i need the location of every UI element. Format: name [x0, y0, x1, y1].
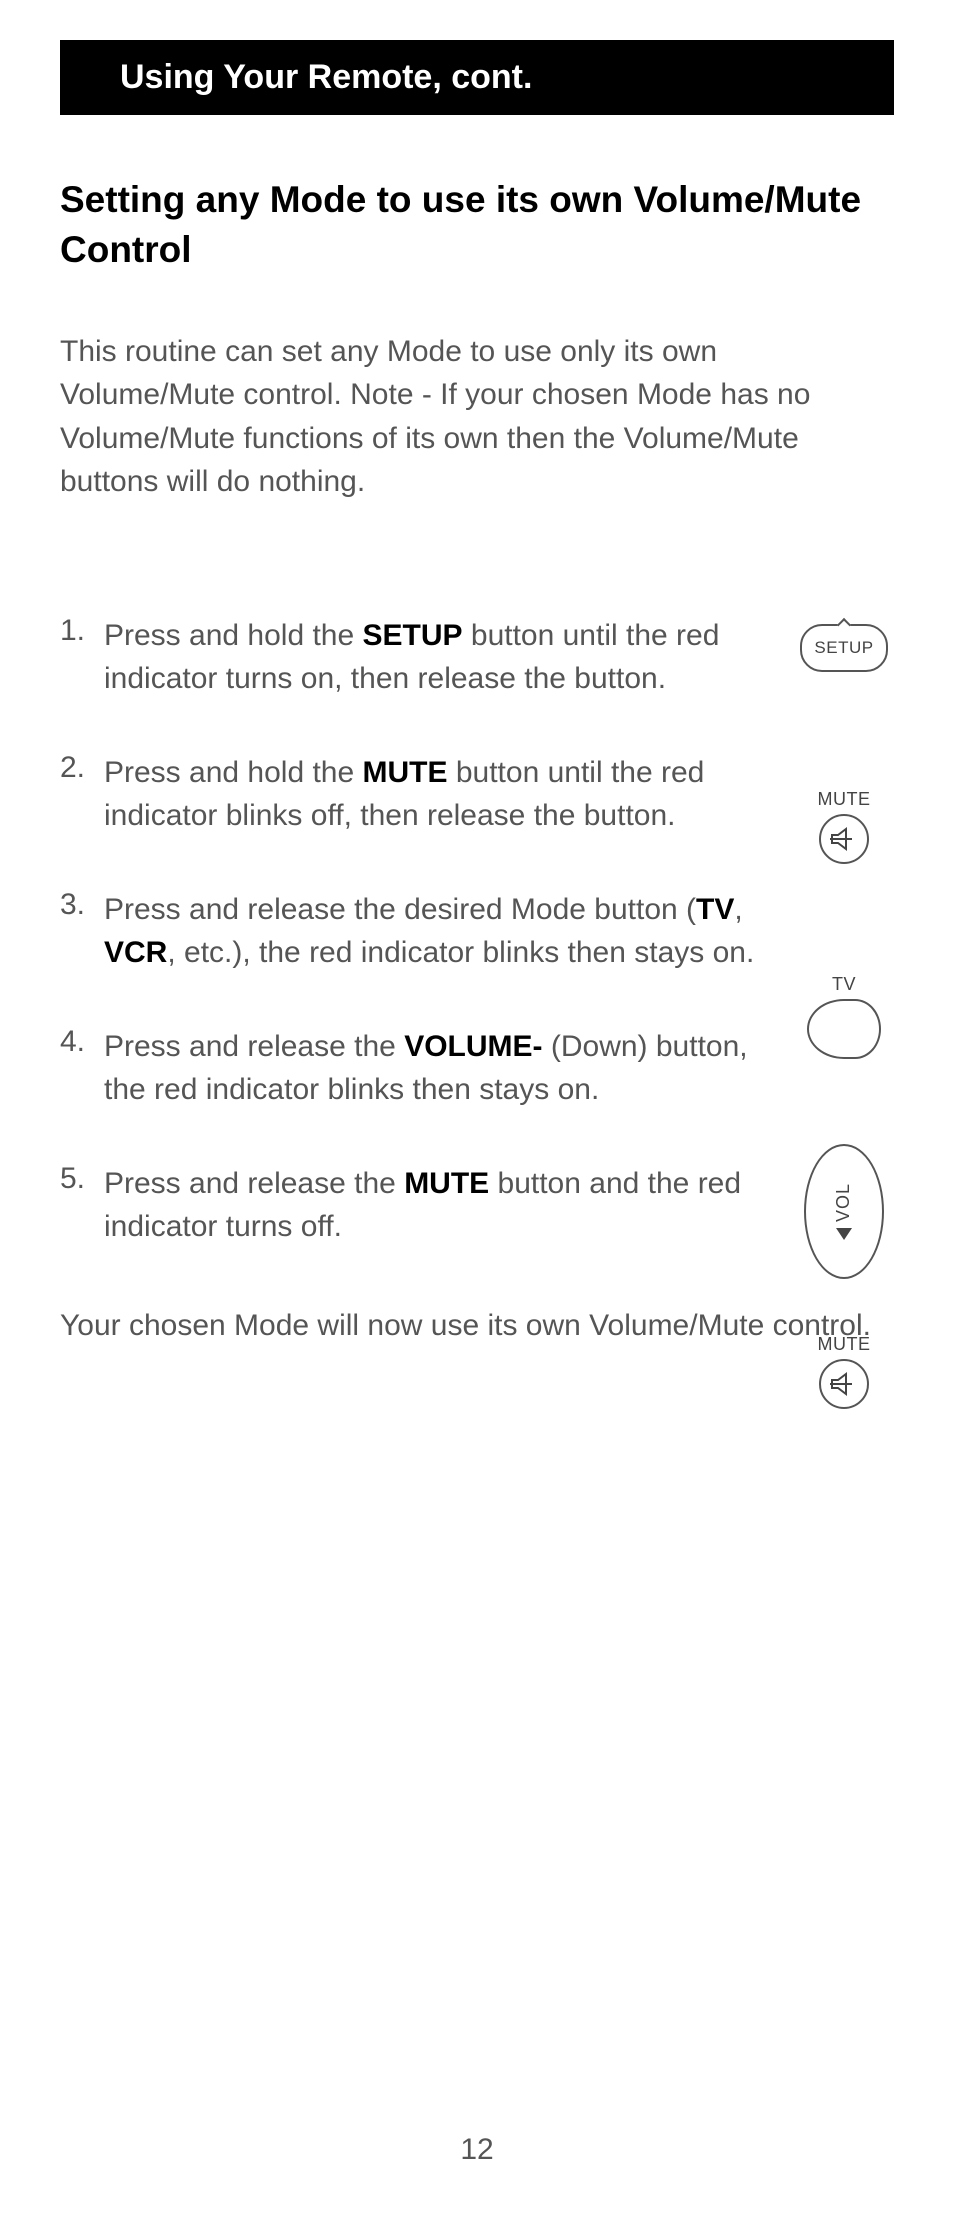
section-title: Setting any Mode to use its own Volume/M…: [60, 175, 894, 275]
step-item: 3. Press and release the desired Mode bu…: [60, 888, 894, 975]
page-number: 12: [0, 2133, 954, 2167]
mute-label: MUTE: [818, 1334, 871, 1355]
step-text: Press and release the desired Mode butto…: [104, 888, 894, 975]
step-text: Press and hold the MUTE button until the…: [104, 751, 894, 838]
mute-label: MUTE: [818, 789, 871, 810]
step-text: Press and release the MUTE button and th…: [104, 1162, 894, 1249]
vol-icon: VOL: [804, 1144, 884, 1279]
intro-paragraph: This routine can set any Mode to use onl…: [60, 330, 894, 504]
step-text: Press and release the VOLUME- (Down) but…: [104, 1025, 894, 1112]
step-item: 5. Press and release the MUTE button and…: [60, 1162, 894, 1249]
step-number: 1.: [60, 614, 104, 648]
step-number: 2.: [60, 751, 104, 785]
tv-button-icon: TV: [794, 974, 894, 1059]
step-number: 5.: [60, 1162, 104, 1196]
setup-button-icon: SETUP: [794, 624, 894, 672]
step-number: 4.: [60, 1025, 104, 1059]
step-item: 1. Press and hold the SETUP button until…: [60, 614, 894, 701]
page-header: Using Your Remote, cont.: [60, 40, 894, 115]
step-item: 2. Press and hold the MUTE button until …: [60, 751, 894, 838]
step-item: 4. Press and release the VOLUME- (Down) …: [60, 1025, 894, 1112]
mute-icon: [819, 1359, 869, 1409]
volume-down-button-icon: VOL: [794, 1144, 894, 1279]
tv-icon: [807, 999, 881, 1059]
header-title: Using Your Remote, cont.: [120, 58, 532, 96]
mute-button-icon: MUTE: [794, 1334, 894, 1409]
step-text: Press and hold the SETUP button until th…: [104, 614, 894, 701]
mute-button-icon: MUTE: [794, 789, 894, 864]
closing-paragraph: Your chosen Mode will now use its own Vo…: [60, 1304, 894, 1348]
step-number: 3.: [60, 888, 104, 922]
down-arrow-icon: [836, 1228, 852, 1240]
setup-icon: SETUP: [800, 624, 888, 672]
steps-list: 1. Press and hold the SETUP button until…: [60, 614, 894, 1249]
tv-label: TV: [832, 974, 856, 995]
mute-icon: [819, 814, 869, 864]
